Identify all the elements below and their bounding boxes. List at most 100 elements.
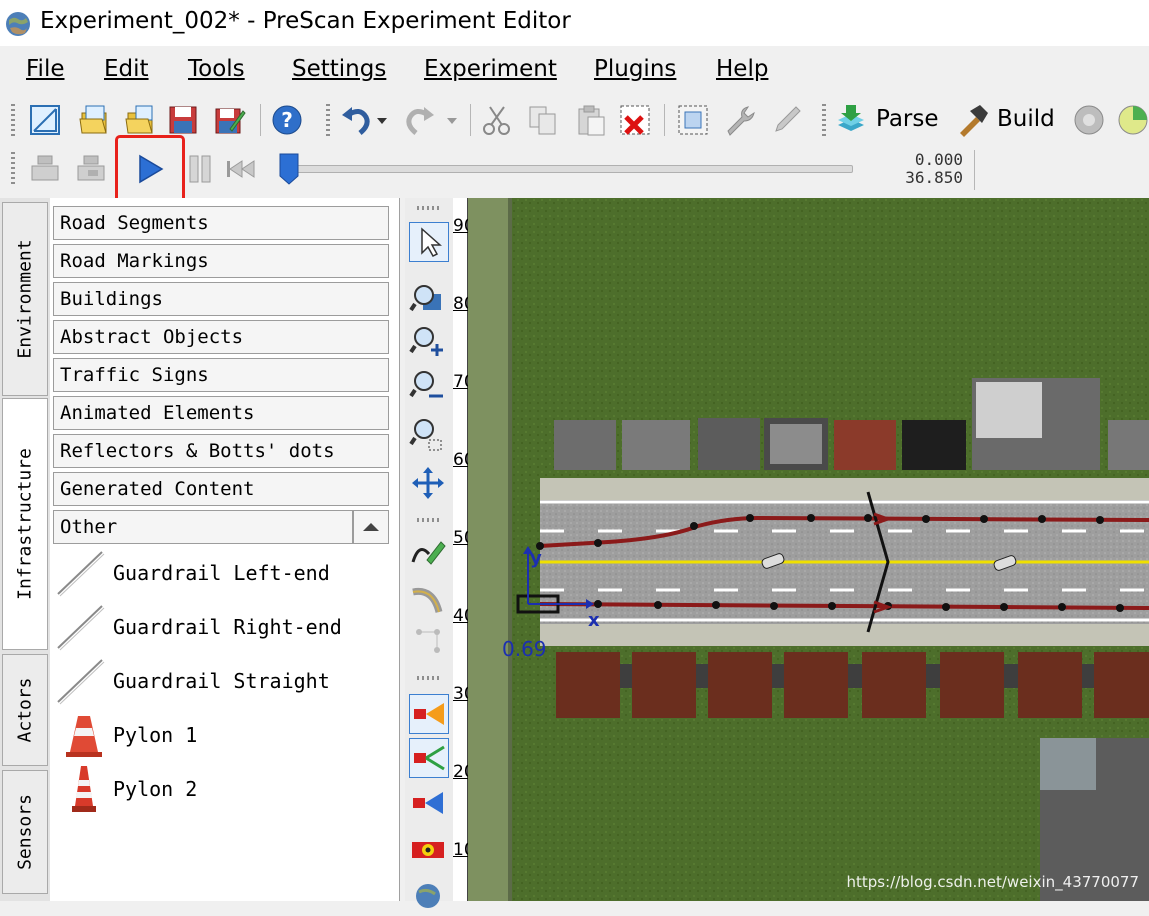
sensor-tool-1[interactable] (409, 694, 449, 734)
new-icon[interactable] (28, 103, 62, 137)
tools-grip[interactable] (417, 206, 439, 210)
cone-icon (72, 766, 96, 812)
paste-icon[interactable] (574, 103, 608, 137)
save-icon[interactable] (166, 103, 200, 137)
category-road-markings[interactable]: Road Markings (53, 244, 389, 278)
menu-file[interactable]: File (26, 56, 65, 82)
tools-grip[interactable] (417, 518, 439, 522)
item-label: Guardrail Right-end (113, 615, 342, 639)
list-item-guardrail-right-end[interactable]: Guardrail Right-end (56, 602, 386, 652)
building (698, 418, 760, 470)
timeline-slider-thumb[interactable] (278, 152, 300, 186)
building (1108, 420, 1149, 470)
open-recent-icon[interactable] (122, 103, 156, 137)
redo-icon[interactable] (402, 103, 436, 137)
cursor-arrow-icon (421, 227, 442, 257)
menu-bar (0, 50, 1149, 94)
sidewalk-top (540, 478, 1149, 500)
zoom-box-tool[interactable] (409, 416, 449, 456)
category-traffic-signs[interactable]: Traffic Signs (53, 358, 389, 392)
regenerate-icon[interactable] (28, 152, 62, 186)
toolbar-grip[interactable] (11, 152, 15, 184)
waypoint-tool[interactable] (409, 624, 449, 664)
list-item-guardrail-straight[interactable]: Guardrail Straight (56, 656, 386, 706)
category-abstract-objects[interactable]: Abstract Objects (53, 320, 389, 354)
scene-canvas[interactable]: x y 0.69 (468, 198, 1149, 901)
category-generated-content[interactable]: Generated Content (53, 472, 389, 506)
help-icon[interactable]: ? (270, 103, 304, 137)
undo-dropdown-icon[interactable] (374, 110, 390, 130)
menu-settings[interactable]: Settings (292, 56, 386, 82)
parse-icon[interactable] (834, 103, 868, 137)
toolbar-grip[interactable] (822, 104, 826, 136)
save-as-icon[interactable] (212, 103, 246, 137)
select-all-icon[interactable] (676, 103, 710, 137)
toolbar-grip[interactable] (11, 104, 15, 136)
watermark: https://blog.csdn.net/weixin_43770077 (846, 873, 1139, 891)
play-icon[interactable] (134, 152, 168, 186)
building-roof (976, 382, 1042, 438)
sensor-tool-3[interactable] (409, 784, 449, 824)
pause-icon[interactable] (184, 152, 218, 186)
list-item-pylon-1[interactable]: Pylon 1 (56, 710, 386, 760)
guardrail-icon (57, 659, 105, 705)
draw-path-tool[interactable] (409, 532, 449, 572)
draw-path-icon (411, 541, 446, 565)
toolbar-separator (260, 104, 261, 136)
sensor-tool-2[interactable] (409, 738, 449, 778)
rewind-icon[interactable] (224, 152, 258, 186)
menu-plugins[interactable]: Plugins (594, 56, 676, 82)
tab-environment[interactable]: Environment (2, 202, 48, 396)
run-icon[interactable] (1072, 103, 1106, 137)
menu-help[interactable]: Help (716, 56, 768, 82)
parse-button[interactable]: Parse (876, 106, 939, 132)
zoom-fit-tool[interactable] (409, 280, 449, 320)
window-title: Experiment_002* - PreScan Experiment Edi… (40, 8, 571, 34)
menu-tools[interactable]: Tools (188, 56, 245, 82)
tab-actors-label: Actors (14, 677, 36, 743)
category-road-segments[interactable]: Road Segments (53, 206, 389, 240)
category-buildings[interactable]: Buildings (53, 282, 389, 316)
delete-icon[interactable] (618, 103, 652, 137)
category-animated-elements[interactable]: Animated Elements (53, 396, 389, 430)
tab-infrastructure[interactable]: Infrastructure (2, 398, 48, 650)
redo-dropdown-icon[interactable] (444, 110, 460, 130)
regenerate-all-icon[interactable] (74, 152, 108, 186)
building (554, 420, 616, 470)
build-button[interactable]: Build (997, 106, 1055, 132)
sensor-target-icon (412, 842, 444, 858)
zoom-in-tool[interactable] (409, 322, 449, 362)
menu-tools-label: Tools (188, 56, 245, 82)
menu-edit[interactable]: Edit (104, 56, 149, 82)
menu-experiment[interactable]: Experiment (424, 56, 557, 82)
list-item-pylon-2[interactable]: Pylon 2 (56, 764, 386, 814)
timeline-slider-track[interactable] (295, 165, 853, 173)
settings-wrench-icon[interactable] (722, 103, 756, 137)
category-reflectors[interactable]: Reflectors & Botts' dots (53, 434, 389, 468)
select-tool[interactable] (409, 222, 449, 262)
cut-icon[interactable] (480, 103, 514, 137)
tab-actors[interactable]: Actors (2, 654, 48, 766)
scene-viewport[interactable]: x y 0.69 https://blog.csdn.net/weixin_43… (468, 198, 1149, 901)
tab-sensors[interactable]: Sensors (2, 770, 48, 894)
item-label: Pylon 1 (113, 723, 198, 747)
category-other[interactable]: Other (53, 510, 353, 544)
pencil-icon[interactable] (770, 103, 804, 137)
copy-icon[interactable] (526, 103, 560, 137)
toolbar-grip[interactable] (326, 104, 330, 136)
draw-curve-tool[interactable] (409, 580, 449, 620)
undo-icon[interactable] (340, 103, 374, 137)
collapse-button[interactable] (353, 510, 389, 544)
globe-tool[interactable] (409, 874, 449, 914)
list-item-guardrail-left-end[interactable]: Guardrail Left-end (56, 548, 386, 598)
sensor-tool-4[interactable] (409, 830, 449, 870)
title-bar: Experiment_002* - PreScan Experiment Edi… (0, 0, 1149, 46)
pie-icon[interactable] (1116, 103, 1149, 137)
build-hammer-icon[interactable] (956, 103, 990, 137)
svg-text:?: ? (281, 108, 293, 132)
zoom-out-tool[interactable] (409, 366, 449, 406)
origin-value: 0.69 (502, 637, 547, 661)
open-icon[interactable] (76, 103, 110, 137)
tools-grip[interactable] (417, 676, 439, 680)
pan-tool[interactable] (409, 464, 449, 504)
